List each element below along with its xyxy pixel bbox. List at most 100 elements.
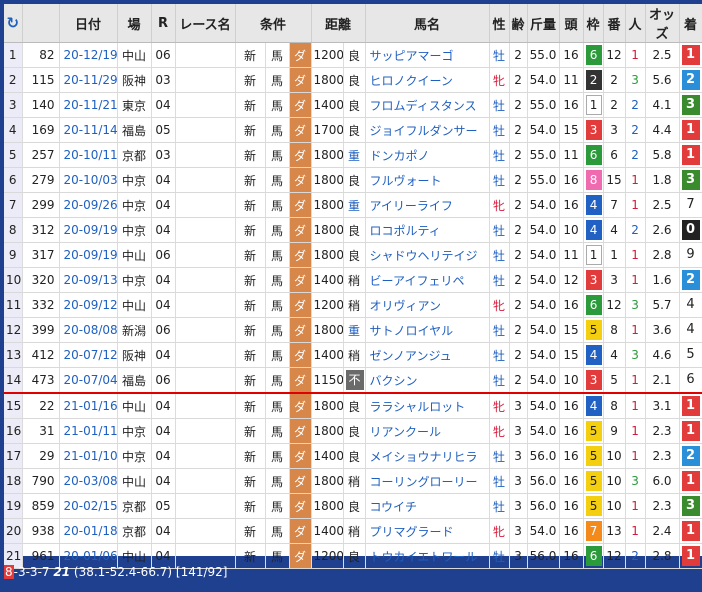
col-popularity[interactable]: 人 [625,4,646,43]
race-date-link[interactable]: 20-09/19 [59,217,118,243]
race-date-link[interactable]: 20-01/18 [59,518,118,544]
race-date-link[interactable]: 20-02/15 [59,493,118,519]
col-number[interactable]: 番 [603,4,626,43]
horse-name-link[interactable]: サッピアマーゴ [365,42,490,68]
odds: 2.1 [645,367,680,394]
col-gate[interactable]: 枠 [583,4,604,43]
table-row[interactable]: 12 399 20-08/08 新潟 06 新馬ダ 1800 重サトノロイヤル牡 2 54.0 15… [4,317,702,343]
col-distance[interactable]: 距離 [311,4,366,43]
refresh-icon[interactable]: ↻ [4,4,23,43]
race-kind: 馬 [265,317,290,343]
table-row[interactable]: 6 279 20-10/03 中京 04 新馬ダ 1800 良フルヴォート牡 2 55.0 16 8 1… [4,167,702,193]
table-row[interactable]: 19 859 20-02/15 京都 05 新馬ダ 1800 良コウイチ牡 3 56.0 16 5 10… [4,493,702,519]
horse-name-link[interactable]: フルヴォート [365,167,490,193]
col-weight[interactable]: 斤量 [527,4,560,43]
col-venue[interactable]: 場 [117,4,152,43]
horse-name-link[interactable]: バクシン [365,367,490,394]
horse-name-link[interactable]: ヒロノクイーン [365,67,490,93]
race-date-link[interactable]: 20-11/14 [59,117,118,143]
horse-name-link[interactable]: ゼンノアンジュ [365,342,490,368]
race-name [175,192,236,218]
race-date-link[interactable]: 20-11/29 [59,67,118,93]
race-date-link[interactable]: 20-08/08 [59,317,118,343]
race-date-link[interactable]: 20-09/26 [59,192,118,218]
horse-name-link[interactable]: コーリングローリー [365,468,490,494]
race-date-link[interactable]: 21-01/10 [59,443,118,469]
race-class: 新 [235,242,266,268]
race-date-link[interactable]: 20-07/04 [59,367,118,394]
table-row[interactable]: 15 22 21-01/16 中山 04 新馬ダ 1800 良ララシャルロット牝 3 54.0 16… [4,393,702,419]
finish-badge: 1 [681,471,700,491]
race-date-link[interactable]: 20-11/21 [59,92,118,118]
table-row[interactable]: 1 82 20-12/19 中山 06 新馬ダ 1200 良サッピアマーゴ牡 2 55.0 16 6 1… [4,42,702,68]
race-class: 新 [235,317,266,343]
race-name [175,443,236,469]
race-date-link[interactable]: 21-01/11 [59,418,118,444]
horse-name-link[interactable]: ロコポルティ [365,217,490,243]
race-date-link[interactable]: 20-07/12 [59,342,118,368]
table-row[interactable]: 8 312 20-09/19 中京 04 新馬ダ 1800 良ロコポルティ牡 2 54.0 10 4 4… [4,217,702,243]
race-date-link[interactable]: 20-10/11 [59,142,118,168]
race-date-link[interactable]: 20-09/12 [59,292,118,318]
race-id: 29 [22,443,60,469]
table-row[interactable]: 4 169 20-11/14 福島 05 新馬ダ 1700 良ジョイフルダンサー牡 2 54.0 1… [4,117,702,143]
col-odds[interactable]: オッズ [645,4,680,43]
table-row[interactable]: 16 31 21-01/11 中京 04 新馬ダ 1800 良リアンクール牝 3 54.0 16 5 9… [4,418,702,444]
horse-name-link[interactable]: ジョイフルダンサー [365,117,490,143]
horse-name-link[interactable]: サトノロイヤル [365,317,490,343]
track-condition: 稍 [343,292,366,318]
horse-name-link[interactable]: コウイチ [365,493,490,519]
horse-name-link[interactable]: メイショウナリヒラ [365,443,490,469]
race-date-link[interactable]: 20-09/13 [59,267,118,293]
odds: 2.5 [645,42,680,68]
race-name [175,342,236,368]
table-row[interactable]: 13 412 20-07/12 阪神 04 新馬ダ 1400 稍ゼンノアンジュ牡 2 54.0 15… [4,342,702,368]
track-condition: 良 [343,393,366,419]
horse-name-link[interactable]: フロムディスタンス [365,92,490,118]
race-date-link[interactable]: 20-03/08 [59,468,118,494]
race-class: 新 [235,493,266,519]
horse-name-link[interactable]: ララシャルロット [365,393,490,419]
table-row[interactable]: 2 115 20-11/29 阪神 03 新馬ダ 1800 良ヒロノクイーン牝 2 54.0 11 2… [4,67,702,93]
gate: 5 [583,418,604,444]
track-condition: 稍 [343,518,366,544]
horse-name-link[interactable]: オリヴィアン [365,292,490,318]
table-row[interactable]: 11 332 20-09/12 中山 04 新馬ダ 1200 稍オリヴィアン牝 2 54.0 16 6… [4,292,702,318]
table-row[interactable]: 5 257 20-10/11 京都 03 新馬ダ 1800 重ドンカポノ牡 2 55.0 11 6 6 2… [4,142,702,168]
track-condition: 良 [343,42,366,68]
table-row[interactable]: 20 938 20-01/18 京都 04 新馬ダ 1400 稍プリマグラード牝 3 54.0 16… [4,518,702,544]
table-row[interactable]: 18 790 20-03/08 中山 04 新馬ダ 1800 稍コーリングローリー牡 3 56.0… [4,468,702,494]
race-date-link[interactable]: 21-01/16 [59,393,118,419]
horse-name-link[interactable]: シャドウヘリテイジ [365,242,490,268]
horse-name-link[interactable]: リアンクール [365,418,490,444]
gate: 3 [583,367,604,394]
track-condition-label: 良 [348,399,361,414]
table-row[interactable]: 17 29 21-01/10 中京 04 新馬ダ 1400 良メイショウナリヒラ牡 3 56.0 1… [4,443,702,469]
col-horse-name[interactable]: 馬名 [365,4,490,43]
col-sex[interactable]: 性 [489,4,510,43]
popularity: 2 [625,217,646,243]
horse-name-link[interactable]: アイリーライフ [365,192,490,218]
table-row[interactable]: 3 140 20-11/21 東京 04 新馬ダ 1400 良フロムディスタンス牡 2 55.0 1… [4,92,702,118]
col-heads[interactable]: 頭 [559,4,584,43]
horse-name-link[interactable]: プリマグラード [365,518,490,544]
horse-name-link[interactable]: ビーアイフェリペ [365,267,490,293]
table-row[interactable]: 7 299 20-09/26 中京 04 新馬ダ 1800 重アイリーライフ牝 2 54.0 16 4… [4,192,702,218]
horse-number: 5 [603,367,626,394]
sex: 牡 [489,267,510,293]
table-row[interactable]: 14 473 20-07/04 福島 06 新馬ダ 1150 不バクシン牡 2 54.0 10 3 5 1… [4,367,702,394]
table-row[interactable]: 10 320 20-09/13 中京 04 新馬ダ 1400 稍ビーアイフェリペ牡 2 54.0 1… [4,267,702,293]
table-row[interactable]: 9 317 20-09/19 中山 06 新馬ダ 1800 良シャドウヘリテイジ牡 2 54.0 1… [4,242,702,268]
race-date-link[interactable]: 20-10/03 [59,167,118,193]
col-r[interactable]: R [151,4,176,43]
venue: 福島 [117,117,152,143]
carried-weight: 54.0 [527,367,560,394]
col-race-name[interactable]: レース名 [175,4,236,43]
race-date-link[interactable]: 20-09/19 [59,242,118,268]
horse-name-link[interactable]: ドンカポノ [365,142,490,168]
col-age[interactable]: 齢 [509,4,528,43]
col-date[interactable]: 日付 [59,4,118,43]
race-date-link[interactable]: 20-12/19 [59,42,118,68]
col-condition[interactable]: 条件 [235,4,312,43]
col-finish[interactable]: 着 [679,4,702,43]
